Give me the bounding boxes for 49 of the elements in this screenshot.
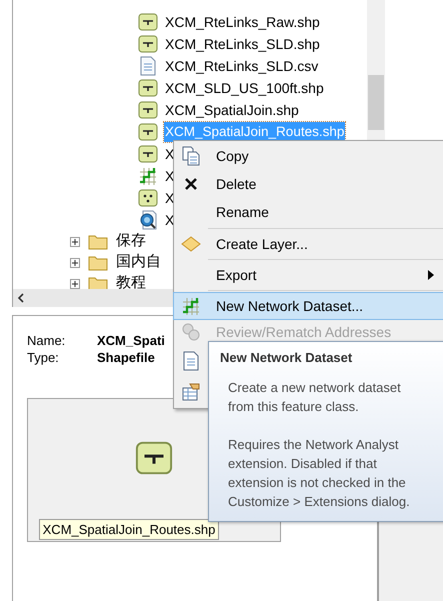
menu-item[interactable]: Export xyxy=(174,262,443,288)
folder-label[interactable]: 教程 xyxy=(116,272,146,289)
document-icon xyxy=(182,350,200,370)
tooltip-text: Requires the Network Analyst extension. Disabled if that extension is not checked in the Customize > Extensions dialog. xyxy=(228,436,411,510)
menu-item[interactable]: Copy xyxy=(174,142,443,170)
field-value: XCM_Spati xyxy=(97,332,165,349)
field-label: Name: xyxy=(27,332,66,349)
tooltip-title: New Network Dataset xyxy=(220,349,354,367)
close-icon xyxy=(184,177,198,191)
line-feature-icon xyxy=(138,122,158,142)
folder-label[interactable]: 国内自 xyxy=(116,251,161,274)
expand-icon[interactable] xyxy=(70,278,80,288)
tree-item[interactable]: XCM_RteLinks_Raw.shp xyxy=(164,12,321,32)
line-feature-icon xyxy=(138,12,158,32)
menu-item[interactable]: Rename xyxy=(174,198,443,226)
line-feature-icon xyxy=(135,439,173,477)
document-icon xyxy=(138,56,158,76)
line-feature-icon xyxy=(138,144,158,164)
folder-icon xyxy=(88,254,108,270)
network-grid-icon xyxy=(181,296,201,316)
submenu-arrow-icon xyxy=(428,270,434,280)
tree-item[interactable]: XCM_SLD_US_100ft.shp xyxy=(164,78,325,98)
network-grid-icon xyxy=(138,166,158,186)
menu-item[interactable]: Delete xyxy=(174,170,443,198)
field-value: Shapefile xyxy=(97,349,156,366)
tree-item[interactable]: X xyxy=(164,188,176,208)
tree-item[interactable]: XCM_RteLinks_SLD.csv xyxy=(164,56,320,76)
tree-item[interactable]: X xyxy=(164,166,176,186)
tree-item[interactable]: X xyxy=(164,144,176,164)
tree-item[interactable]: X xyxy=(164,210,176,230)
line-feature-icon xyxy=(138,78,158,98)
menu-item[interactable]: Create Layer... xyxy=(174,231,443,257)
diamond-icon xyxy=(181,236,201,252)
thumbnail-caption: XCM_SpatialJoin_Routes.shp xyxy=(38,518,220,540)
tree-item[interactable]: XCM_RteLinks_SLD.shp xyxy=(164,34,321,54)
tree-item[interactable]: XCM_SpatialJoin.shp xyxy=(164,100,300,120)
copy-icon xyxy=(181,146,201,166)
field-label: Type: xyxy=(27,349,60,366)
line-feature-icon xyxy=(138,100,158,120)
magnifier-document-icon xyxy=(138,210,158,230)
scroll-left-icon[interactable] xyxy=(17,293,25,303)
expand-icon[interactable] xyxy=(70,236,80,246)
folder-label[interactable]: 保存 xyxy=(116,230,146,253)
expand-icon[interactable] xyxy=(70,258,80,268)
point-feature-icon xyxy=(138,188,158,208)
menu-item[interactable]: New Network Dataset... xyxy=(174,293,443,319)
folder-icon xyxy=(88,234,108,250)
line-feature-icon xyxy=(138,34,158,54)
tooltip-text: Create a new network dataset from this feature class. xyxy=(228,378,402,416)
